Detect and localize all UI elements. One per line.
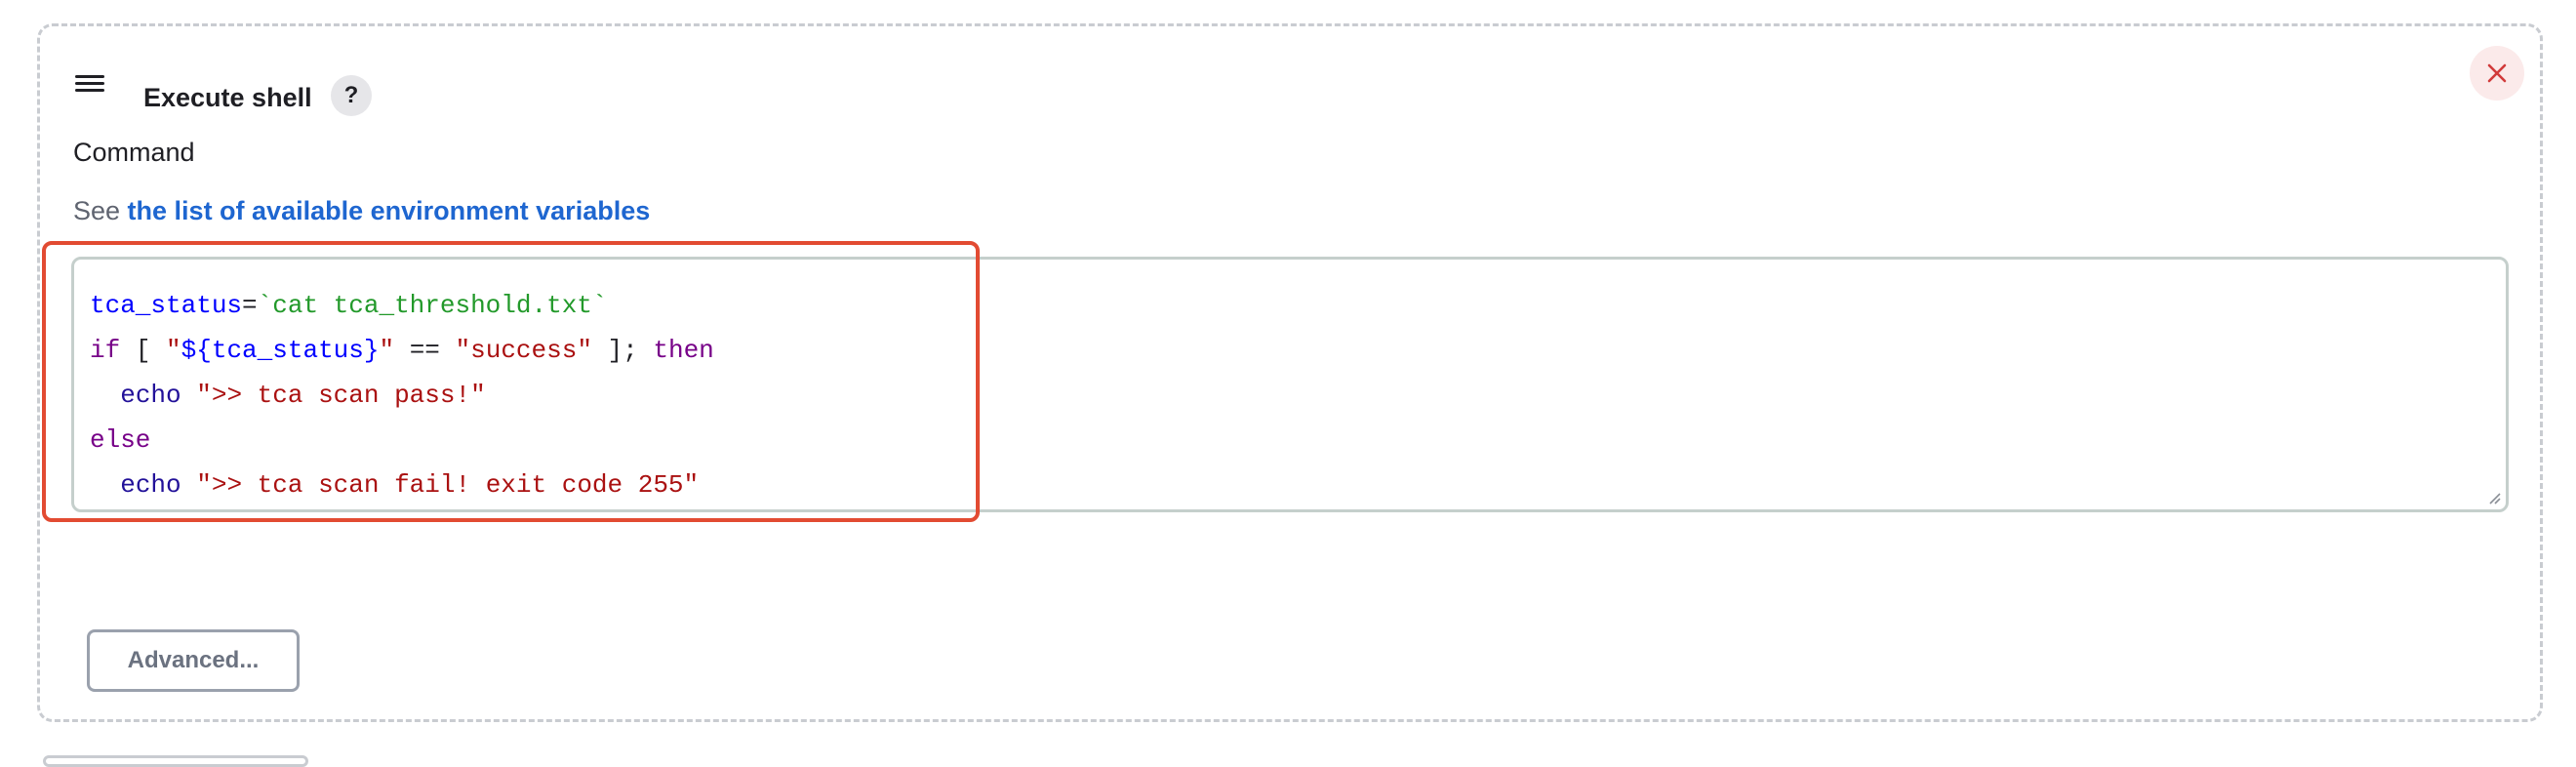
command-textarea[interactable]: tca_status=`cat tca_threshold.txt` if [ "… xyxy=(71,257,2509,512)
code-token: ">> tca scan pass!" xyxy=(196,381,486,410)
code-token: "success" xyxy=(455,336,592,365)
code-token: ]; xyxy=(591,336,654,365)
code-line: else xyxy=(90,418,714,463)
code-token: ${tca_status} xyxy=(181,336,380,365)
code-token: echo xyxy=(120,381,181,410)
command-label: Command xyxy=(73,138,195,167)
code-token: " xyxy=(166,336,181,365)
code-line: tca_status=`cat tca_threshold.txt` xyxy=(90,283,714,328)
code-token: = xyxy=(242,291,258,320)
code-token: echo xyxy=(120,470,181,500)
advanced-button[interactable]: Advanced... xyxy=(87,629,300,692)
code-token: `cat tca_threshold.txt` xyxy=(257,291,608,320)
section-title: Execute shell xyxy=(143,83,312,112)
env-variables-link[interactable]: the list of available environment variab… xyxy=(128,196,651,225)
code-line: if [ "${tca_status}" == "success" ]; the… xyxy=(90,328,714,373)
code-token: " xyxy=(379,336,395,365)
resize-handle-icon[interactable] xyxy=(2486,490,2502,505)
add-build-step-button[interactable] xyxy=(43,755,308,767)
code-line: echo ">> tca scan pass!" xyxy=(90,373,714,418)
code-token: [ xyxy=(120,336,167,365)
code-token: ">> tca scan fail! exit code 255" xyxy=(196,470,700,500)
command-code[interactable]: tca_status=`cat tca_threshold.txt` if [ "… xyxy=(90,283,714,507)
build-step-execute-shell: Execute shell ? Command See the list of … xyxy=(37,23,2543,722)
code-token: tca_status xyxy=(90,291,243,320)
code-token: == xyxy=(394,336,456,365)
drag-handle-icon[interactable] xyxy=(75,73,104,95)
help-icon[interactable]: ? xyxy=(331,75,372,116)
code-token: else xyxy=(90,425,151,455)
code-line: echo ">> tca scan fail! exit code 255" xyxy=(90,463,714,507)
env-variables-hint: See the list of available environment va… xyxy=(73,196,650,226)
code-token: then xyxy=(653,336,714,365)
env-hint-prefix: See xyxy=(73,196,128,225)
code-token: if xyxy=(90,336,121,365)
close-icon[interactable] xyxy=(2470,46,2524,101)
